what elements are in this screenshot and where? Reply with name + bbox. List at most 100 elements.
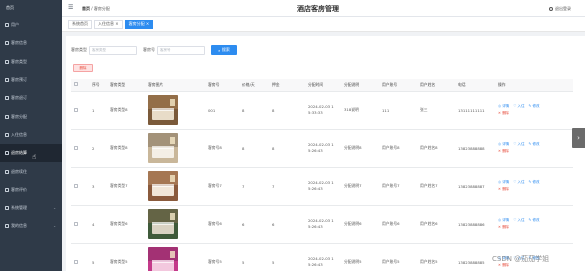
user-account-cell: 用户账号7 [379, 167, 417, 206]
row-checkbox[interactable] [74, 183, 78, 188]
assign-time-line2: 5:26:43 [308, 262, 323, 267]
detail-button[interactable]: ◎ 详情 [498, 103, 509, 110]
sidebar-item-label: 退房续住 [11, 168, 27, 174]
table-row[interactable]: 3 客房类型7 客房号7 7 7 2024-02-03 1 5:26:43 分配说明7 用户账号… [71, 167, 573, 206]
close-icon: ✕ [498, 187, 501, 191]
menu-item-icon [5, 187, 9, 192]
sidebar-item[interactable]: 用户 [0, 16, 62, 34]
sidebar-item-label: 客房分配 [11, 113, 27, 119]
column-header: 客房图片 [145, 79, 205, 92]
room-photo-cell [145, 205, 205, 244]
room-assignment-table: 序号 客房类型 客房图片 客房号 价格/天 押金 分配时间 分配说明 用户账号 用户姓名 电话 操作 … [71, 79, 573, 271]
eye-icon: ◎ [498, 180, 502, 184]
room-no-cell: 客房号6 [205, 205, 239, 244]
sidebar-item[interactable]: 退房结算 [0, 144, 62, 163]
sidebar-item[interactable]: 我的信息 ⌄ [0, 217, 62, 235]
sidebar-item[interactable]: 客房信息 [0, 34, 62, 52]
row-select-cell [71, 91, 89, 130]
menu-item-icon [5, 41, 9, 46]
sidebar-item[interactable]: 客房类型 [0, 53, 62, 71]
tab-bar: 系统首页 入住信息 × 客房分配 × [62, 17, 585, 32]
checkin-button[interactable]: ♡ 入住 [513, 217, 524, 224]
delete-label: 删除 [502, 187, 510, 191]
table-row[interactable]: 2 客房类型8 客房号8 8 8 2024-02-03 1 5:26:43 分配说明8 用户账号… [71, 129, 573, 168]
batch-delete-button[interactable]: 删除 [73, 64, 93, 72]
edit-button[interactable]: ✎ 修改 [528, 103, 539, 110]
delete-button[interactable]: ✕ 删除 [498, 148, 509, 155]
menu-toggle-icon[interactable]: ☰ [68, 5, 74, 11]
assign-note-cell: 分配说明7 [341, 167, 379, 206]
next-arrow-button[interactable]: › [572, 128, 585, 148]
user-name-cell: 用户姓名6 [417, 205, 455, 244]
room-type-cell: 客房类型5 [107, 243, 145, 271]
delete-button[interactable]: ✕ 删除 [498, 110, 509, 117]
sidebar-item[interactable]: 入住信息 [0, 126, 62, 144]
detail-button[interactable]: ◎ 详情 [498, 179, 509, 186]
row-checkbox[interactable] [74, 107, 78, 112]
room-no-input[interactable]: 客房号 [157, 45, 205, 55]
row-checkbox[interactable] [74, 259, 78, 264]
sidebar-item-label: 退房结算 [11, 150, 27, 156]
sidebar-item[interactable]: 客房预订 [0, 71, 62, 89]
checkin-button[interactable]: ♡ 入住 [513, 103, 524, 110]
column-header: 押金 [269, 79, 305, 92]
logout-button[interactable]: 退出登录 [549, 6, 571, 12]
assign-time-cell: 2024-02-03 1 5:26:43 [305, 167, 341, 206]
breadcrumb-home[interactable]: 首页 [82, 6, 90, 11]
delete-button[interactable]: ✕ 删除 [498, 186, 509, 193]
sidebar-item[interactable]: 客房评价 [0, 181, 62, 199]
row-checkbox[interactable] [74, 145, 78, 150]
edit-label: 修改 [532, 142, 540, 146]
tab[interactable]: 客房分配 × [124, 19, 154, 29]
tab[interactable]: 入住信息 × [94, 19, 123, 29]
delete-button[interactable]: ✕ 删除 [498, 224, 509, 231]
detail-button[interactable]: ◎ 详情 [498, 217, 509, 224]
menu-item-icon [5, 151, 9, 156]
index-cell: 3 [89, 167, 107, 206]
menu-item-icon [5, 114, 9, 119]
close-icon: ✕ [498, 225, 501, 229]
table-row[interactable]: 4 客房类型6 客房号6 6 6 2024-02-03 1 5:26:43 分配说明6 用户账号… [71, 205, 573, 244]
delete-label: 删除 [502, 149, 510, 153]
sidebar-item[interactable]: 系统管理 ⌄ [0, 199, 62, 217]
sidebar-item[interactable]: 退房续住 [0, 162, 62, 180]
mouse-cursor-icon: ☝ [32, 153, 37, 161]
assign-time-cell: 2024-02-03 1 5:26:43 [305, 243, 341, 271]
table-row[interactable]: 1 客房类型8 001 8 8 2024-02-03 1 5:33:33 318说明 111 张三… [71, 91, 573, 130]
menu-item-icon [5, 96, 9, 101]
sidebar-brand[interactable]: 首页 [0, 0, 62, 16]
room-no-cell: 客房号8 [205, 129, 239, 168]
tab[interactable]: 系统首页 [68, 19, 92, 29]
search-button[interactable]: ⌕ 搜索 [211, 45, 237, 55]
column-header: 客房号 [205, 79, 239, 92]
content-panel: 客房类型 客房类型 客房号 客房号 ⌕ 搜索 删除 序号 客房类型 客房图片 客房号 价格… [66, 36, 585, 271]
actions-cell: ◎ 详情 ♡ 入住 ✎ 修改 ✕ 删除 [495, 91, 573, 130]
room-type-input[interactable]: 客房类型 [89, 45, 137, 55]
column-header: 客房类型 [107, 79, 145, 92]
edit-button[interactable]: ✎ 修改 [528, 179, 539, 186]
sidebar-item[interactable]: 客房分配 [0, 107, 62, 125]
sidebar-item[interactable]: 客房退订 [0, 89, 62, 107]
assign-time-cell: 2024-02-03 1 5:26:43 [305, 129, 341, 168]
row-checkbox[interactable] [74, 221, 78, 226]
edit-icon: ✎ [528, 142, 532, 146]
room-no-cell: 客房号5 [205, 243, 239, 271]
edit-button[interactable]: ✎ 修改 [528, 217, 539, 224]
detail-label: 详情 [502, 104, 510, 108]
deposit-cell: 6 [269, 205, 305, 244]
sidebar-item-label: 用户 [11, 22, 19, 28]
room-type-label: 客房类型 [71, 47, 87, 52]
detail-button[interactable]: ◎ 详情 [498, 141, 509, 148]
room-photo-cell [145, 129, 205, 168]
checkin-button[interactable]: ♡ 入住 [513, 141, 524, 148]
sidebar-item-label: 客房预订 [11, 77, 27, 83]
checkin-button[interactable]: ♡ 入住 [513, 179, 524, 186]
room-type-cell: 客房类型6 [107, 205, 145, 244]
phone-cell: 13823888885 [455, 243, 495, 271]
select-all-checkbox[interactable] [74, 82, 78, 87]
edit-button[interactable]: ✎ 修改 [528, 141, 539, 148]
user-account-cell: 用户账号5 [379, 243, 417, 271]
actions-cell: ◎ 详情 ♡ 入住 ✎ 修改 ✕ 删除 [495, 129, 573, 168]
sidebar-item-label: 客房信息 [11, 40, 27, 46]
phone-cell: 13823888886 [455, 205, 495, 244]
